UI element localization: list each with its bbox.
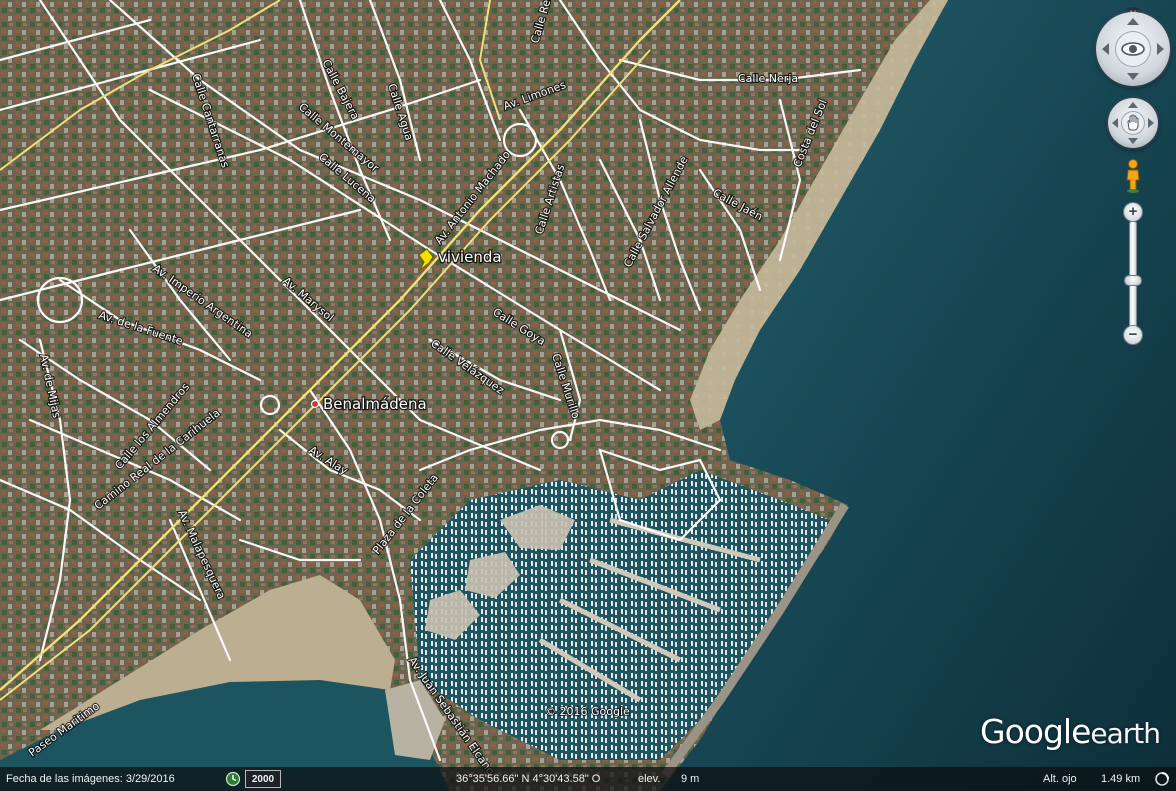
imagery-date: Fecha de las imágenes: 3/29/2016: [6, 773, 175, 785]
elevation-value: 9 m: [681, 773, 700, 785]
benalmadena-placemark[interactable]: Benalmádena: [310, 394, 428, 414]
google-earth-logo: Googleearth: [980, 712, 1161, 751]
zoom-slider[interactable]: + −: [1122, 203, 1144, 349]
move-right-arrow-icon[interactable]: [1148, 118, 1154, 128]
zoom-in-button[interactable]: +: [1124, 203, 1142, 221]
look-up-arrow-icon[interactable]: [1127, 18, 1139, 25]
logo-secondary: earth: [1090, 717, 1161, 750]
status-bar: Fecha de las imágenes: 3/29/2016 2000 36…: [0, 767, 1176, 791]
look-center[interactable]: [1115, 31, 1151, 67]
map-copyright: © 2016 Google: [545, 705, 630, 718]
street-calle-nerja: Calle Nerja: [738, 72, 798, 85]
logo-primary: Google: [980, 712, 1091, 751]
look-right-arrow-icon[interactable]: [1157, 43, 1164, 55]
historical-imagery-clock-icon[interactable]: [225, 771, 241, 787]
look-control[interactable]: [1096, 12, 1170, 86]
move-control[interactable]: [1108, 98, 1158, 148]
move-down-arrow-icon[interactable]: [1128, 138, 1138, 144]
town-dot-icon: [310, 399, 320, 409]
historical-imagery-year[interactable]: 2000: [245, 770, 281, 788]
eye-altitude-value: 1.49 km: [1101, 773, 1141, 785]
zoom-slider-thumb[interactable]: [1125, 276, 1141, 285]
cursor-coordinates: 36°35'56.66" N 4°30'43.58" O: [456, 773, 601, 785]
look-down-arrow-icon[interactable]: [1127, 73, 1139, 80]
elevation-label: elev.: [638, 773, 661, 785]
streaming-status-icon: [1155, 772, 1169, 786]
eye-icon: [1121, 42, 1145, 56]
benalmadena-label: Benalmádena: [323, 395, 427, 413]
move-center[interactable]: [1121, 111, 1145, 135]
eye-altitude-label: Alt. ojo: [1043, 773, 1077, 785]
satellite-map[interactable]: Calle Real Calle Nerja Av. Limones Calle…: [0, 0, 1176, 791]
vivienda-label: vivienda: [438, 248, 502, 266]
look-left-arrow-icon[interactable]: [1102, 43, 1109, 55]
pegman-icon[interactable]: [1124, 158, 1142, 194]
zoom-out-button[interactable]: −: [1124, 326, 1142, 344]
move-left-arrow-icon[interactable]: [1112, 118, 1118, 128]
hand-icon: [1127, 114, 1139, 131]
move-up-arrow-icon[interactable]: [1128, 102, 1138, 108]
